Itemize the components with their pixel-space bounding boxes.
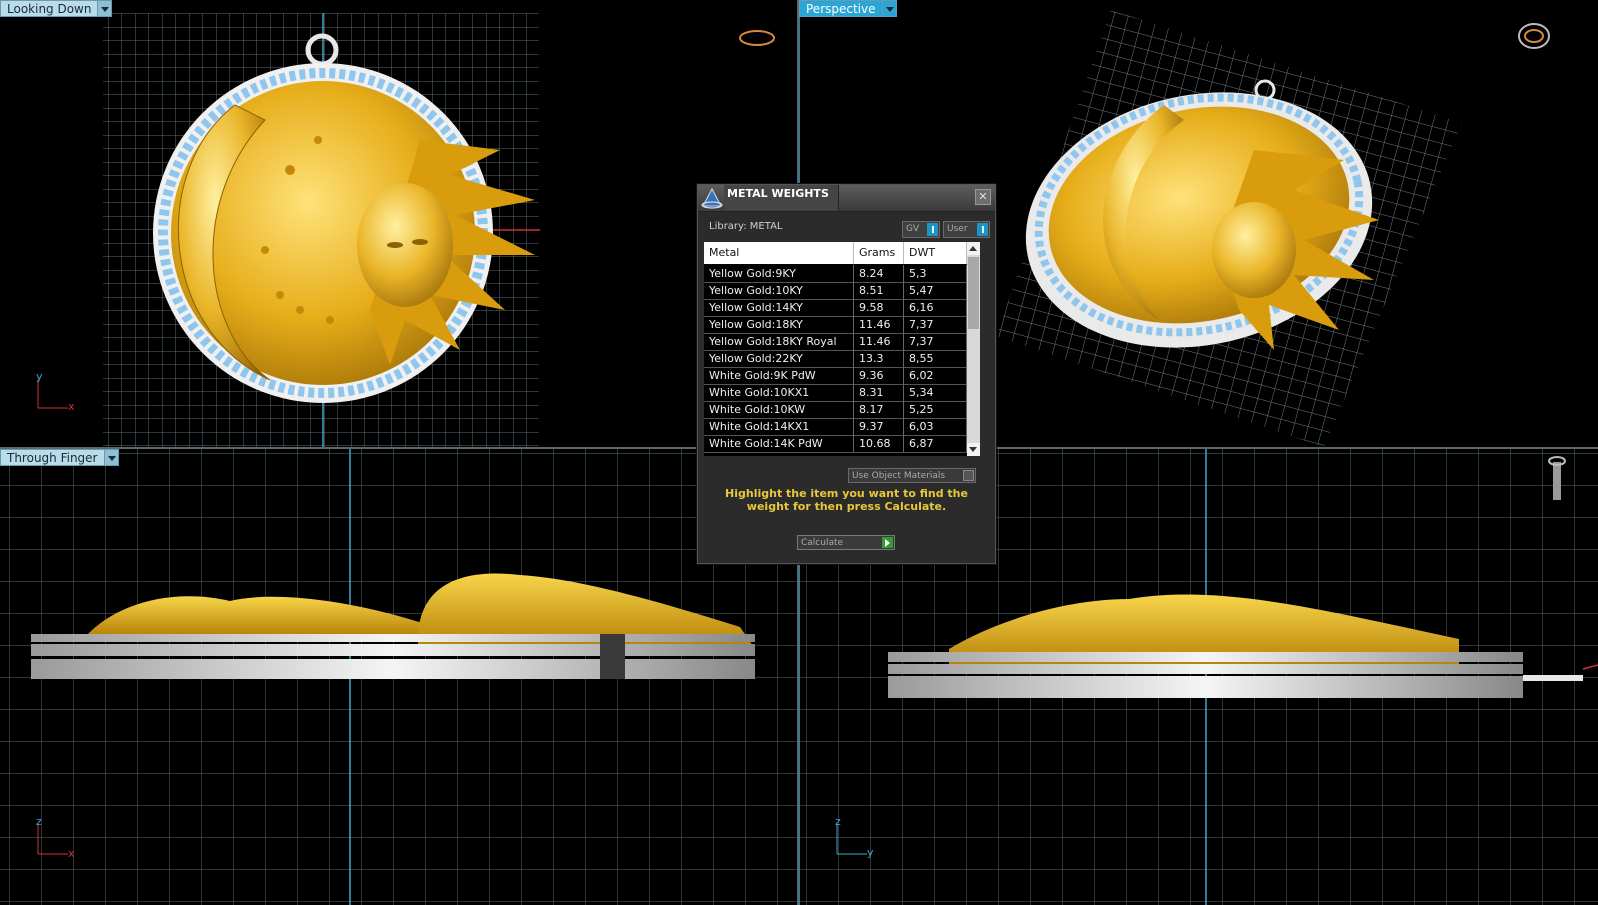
frame-layer-2 <box>31 644 755 656</box>
table-row[interactable]: Yellow Gold:9KY 8.24 5,3 <box>704 265 967 283</box>
metal-cell: Yellow Gold:10KY <box>704 282 854 299</box>
axis-y-label: y <box>867 846 874 859</box>
nav-figure-icon <box>1553 462 1561 500</box>
metal-cell: Yellow Gold:18KY <box>704 316 854 333</box>
top-view-scene <box>37 13 775 447</box>
calculate-button[interactable]: Calculate <box>797 535 895 550</box>
user-toggle[interactable]: User <box>943 221 990 238</box>
axis-z-label: z <box>835 815 841 828</box>
metal-cell: White Gold:10KX1 <box>704 384 854 401</box>
checkbox-icon <box>963 470 974 481</box>
dwt-cell: 5,25 <box>904 401 967 418</box>
metal-cell: White Gold:9K PdW <box>704 367 854 384</box>
dwt-cell: 6,03 <box>904 418 967 435</box>
scroll-thumb[interactable] <box>968 257 979 329</box>
axis-z-label: z <box>36 815 42 828</box>
grams-cell: 8.24 <box>854 265 904 282</box>
viewport-menu-dropdown[interactable] <box>882 0 897 17</box>
gv-toggle[interactable]: GV <box>902 221 940 238</box>
close-button[interactable]: ✕ <box>975 189 991 205</box>
table-row[interactable]: White Gold:10KW 8.17 5,25 <box>704 401 967 419</box>
dwt-cell: 6,87 <box>904 435 967 452</box>
dwt-cell: 8,55 <box>904 350 967 367</box>
metal-table: Metal Grams DWT Yellow Gold:9KY 8.24 5,3 Ye… <box>704 242 967 456</box>
library-label: Library: METAL <box>709 221 783 232</box>
frame-layer-1 <box>31 634 755 642</box>
table-row[interactable]: Yellow Gold:14KY 9.58 6,16 <box>704 299 967 317</box>
use-object-materials-checkbox[interactable]: Use Object Materials <box>848 468 976 483</box>
viewport-label: Looking Down <box>0 0 99 17</box>
column-header-dwt[interactable]: DWT <box>904 242 967 264</box>
column-header-metal[interactable]: Metal <box>704 242 854 264</box>
table-row[interactable]: White Gold:9K PdW 9.36 6,02 <box>704 367 967 385</box>
viewport-looking-down[interactable]: Looking Down y x <box>0 0 797 447</box>
frame-layer-3 <box>31 659 755 679</box>
dwt-cell: 7,37 <box>904 333 967 350</box>
dialog-titlebar[interactable]: METAL WEIGHTS ✕ <box>698 185 995 212</box>
scroll-up-icon[interactable] <box>967 242 980 255</box>
table-scrollbar[interactable] <box>967 242 980 456</box>
grams-cell: 8.17 <box>854 401 904 418</box>
viewport-tab-looking-down[interactable]: Looking Down <box>0 0 113 17</box>
grams-cell: 8.51 <box>854 282 904 299</box>
grams-cell: 11.46 <box>854 316 904 333</box>
grams-cell: 10.68 <box>854 435 904 452</box>
toggle-indicator-icon <box>927 223 938 236</box>
dialog-title: METAL WEIGHTS <box>727 187 829 200</box>
grams-cell: 13.3 <box>854 350 904 367</box>
metal-cell: Yellow Gold:9KY <box>704 265 854 282</box>
viewport-label: Through Finger <box>0 449 105 466</box>
front-view-scene <box>0 449 797 905</box>
dwt-cell: 5,3 <box>904 265 967 282</box>
axis-y-label: y <box>36 370 43 383</box>
metal-cell: White Gold:10KW <box>704 401 854 418</box>
dwt-cell: 5,34 <box>904 384 967 401</box>
viewport-label: Perspective <box>799 0 883 17</box>
toggle-indicator-icon <box>977 223 988 236</box>
nav-ring-icon <box>739 30 775 46</box>
viewport-tab-perspective[interactable]: Perspective <box>799 0 897 17</box>
dwt-cell: 6,02 <box>904 367 967 384</box>
axis-x-label: x <box>68 400 75 413</box>
table-row[interactable]: Yellow Gold:18KY 11.46 7,37 <box>704 316 967 334</box>
grams-cell: 9.36 <box>854 367 904 384</box>
table-row[interactable]: White Gold:14K PdW 10.68 6,87 <box>704 435 967 453</box>
metal-cell: Yellow Gold:14KY <box>704 299 854 316</box>
nav-ring-icon <box>1518 23 1550 49</box>
instruction-text: Highlight the item you want to find the … <box>725 487 968 513</box>
dwt-cell: 6,16 <box>904 299 967 316</box>
metal-cell: Yellow Gold:22KY <box>704 350 854 367</box>
dwt-cell: 5,47 <box>904 282 967 299</box>
table-header: Metal Grams DWT <box>704 242 967 264</box>
viewport-menu-dropdown[interactable] <box>98 0 113 17</box>
table-row[interactable]: White Gold:14KX1 9.37 6,03 <box>704 418 967 436</box>
dwt-cell: 7,37 <box>904 316 967 333</box>
app-logo-icon <box>701 187 723 209</box>
table-row[interactable]: White Gold:10KX1 8.31 5,34 <box>704 384 967 402</box>
viewport-menu-dropdown[interactable] <box>104 449 119 466</box>
metal-weights-dialog: METAL WEIGHTS ✕ Library: METAL GV User M… <box>697 184 996 564</box>
metal-cell: White Gold:14K PdW <box>704 435 854 452</box>
metal-cell: Yellow Gold:18KY Royal <box>704 333 854 350</box>
viewport-through-finger[interactable]: Through Finger z x <box>0 449 797 905</box>
grams-cell: 9.37 <box>854 418 904 435</box>
table-row[interactable]: Yellow Gold:22KY 13.3 8,55 <box>704 350 967 368</box>
axis-x-label: x <box>68 847 75 860</box>
viewport-tab-through-finger[interactable]: Through Finger <box>0 449 119 466</box>
play-icon <box>882 537 893 548</box>
grams-cell: 8.31 <box>854 384 904 401</box>
scroll-down-icon[interactable] <box>967 443 980 456</box>
metal-cell: White Gold:14KX1 <box>704 418 854 435</box>
table-row[interactable]: Yellow Gold:18KY Royal 11.46 7,37 <box>704 333 967 351</box>
grams-cell: 11.46 <box>854 333 904 350</box>
column-header-grams[interactable]: Grams <box>854 242 904 264</box>
grams-cell: 9.58 <box>854 299 904 316</box>
table-row[interactable]: Yellow Gold:10KY 8.51 5,47 <box>704 282 967 300</box>
